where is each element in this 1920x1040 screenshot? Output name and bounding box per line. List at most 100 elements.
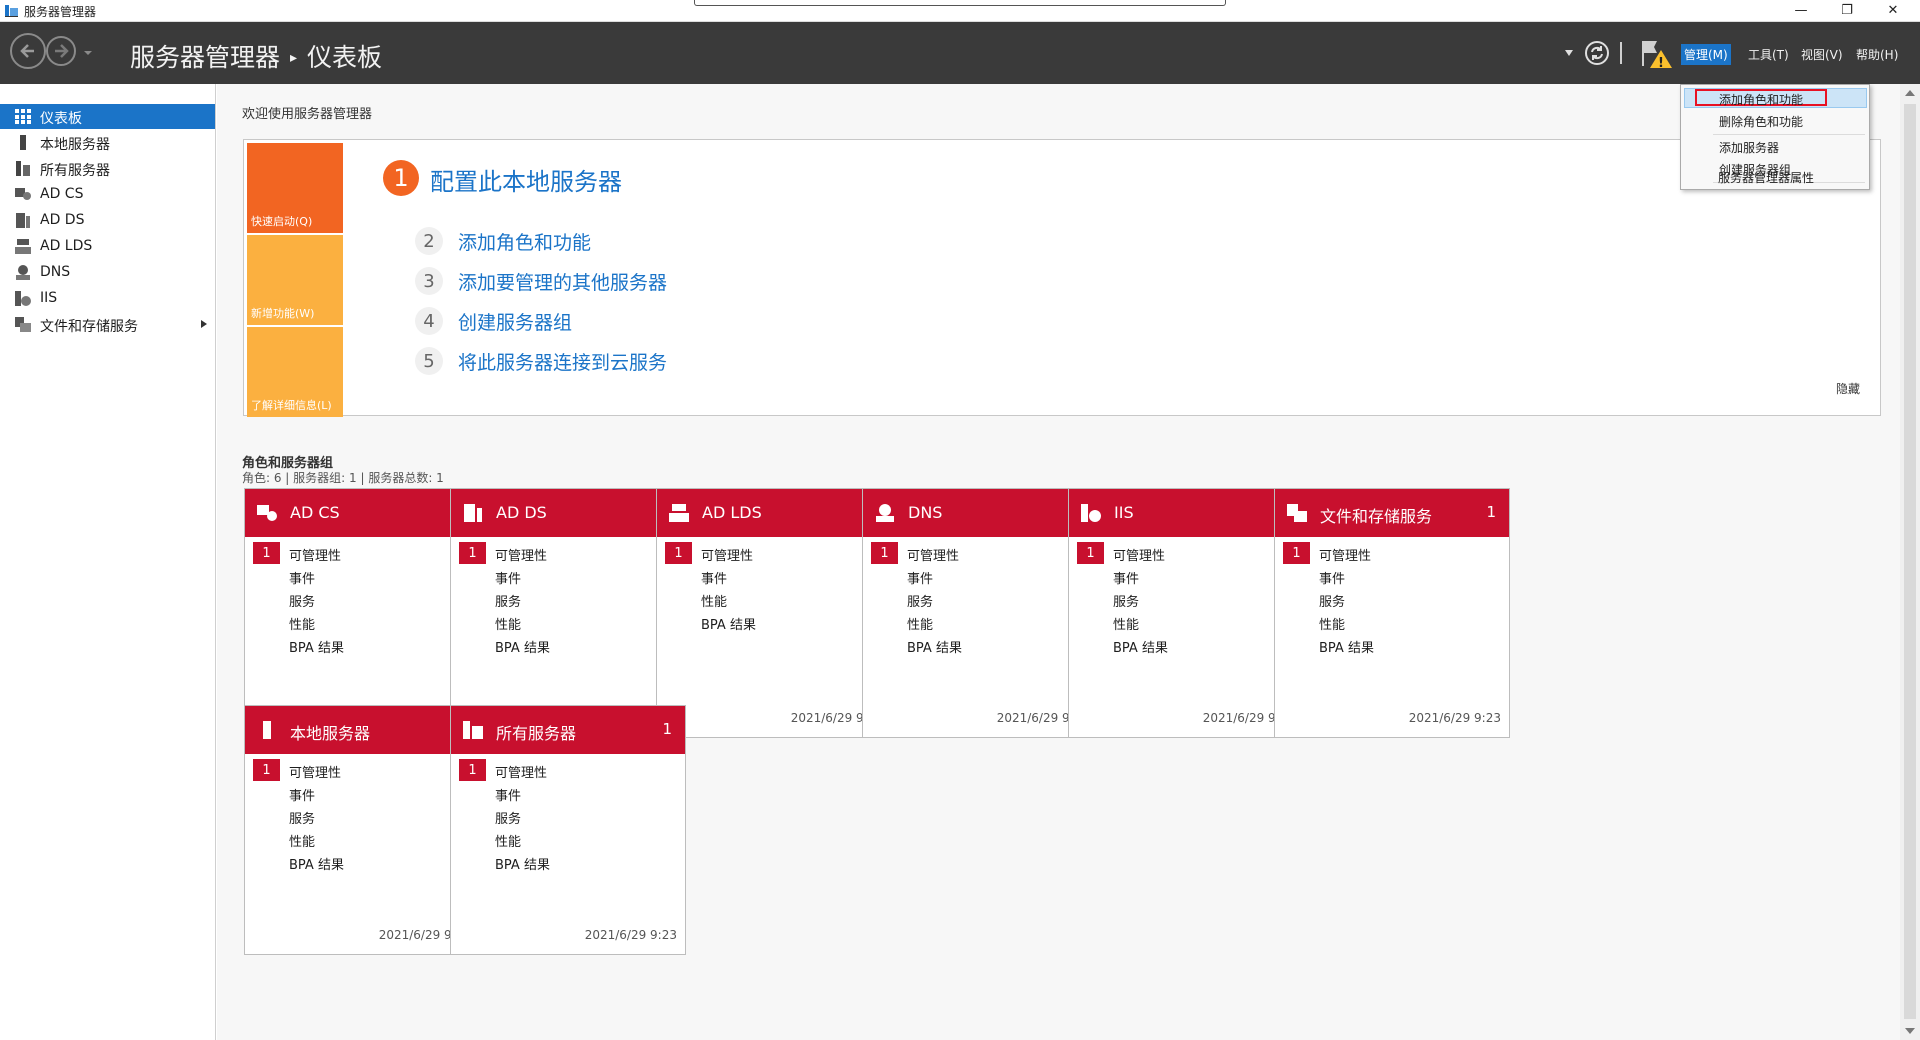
scroll-down-arrow-icon[interactable] [1905,1028,1915,1034]
role-tile-header[interactable]: 文件和存储服务 1 [1275,489,1509,537]
hide-quickstart-link[interactable]: 隐藏 [1836,380,1860,397]
role-tile-row[interactable]: 性能 [701,591,727,610]
role-tile-row[interactable]: 性能 [495,831,521,850]
role-tile-row[interactable]: 事件 [289,568,315,587]
add-roles-link[interactable]: 添加角色和功能 [458,228,591,255]
role-tile-row[interactable]: BPA 结果 [495,854,550,873]
manageability-alert-badge[interactable]: 1 [459,542,486,564]
sidebar-item-file-storage[interactable]: 文件和存储服务 [0,312,215,337]
add-servers-link[interactable]: 添加要管理的其他服务器 [458,268,667,295]
minimize-button[interactable]: — [1778,0,1824,21]
header-dropdown-icon[interactable] [1565,50,1573,56]
create-server-group-link[interactable]: 创建服务器组 [458,308,572,335]
menu-view[interactable]: 视图(V) [1798,44,1846,65]
role-tile-row[interactable]: 事件 [907,568,933,587]
role-tile-row[interactable]: 性能 [907,614,933,633]
role-tile[interactable]: AD LDS11可管理性事件性能BPA 结果2021/6/29 9:23 [656,488,892,738]
role-tile-header[interactable]: AD CS1 [245,489,479,537]
role-tile[interactable]: 所有服务器 1 1 可管理性 事件 服务 性能 BPA 结果 2021/6/29 9:23 [450,705,686,955]
role-tile-header[interactable]: DNS1 [863,489,1097,537]
manageability-alert-badge[interactable]: 1 [665,542,692,564]
role-tile-row[interactable]: 事件 [495,568,521,587]
forward-button[interactable] [46,36,76,66]
expand-arrow-icon[interactable] [201,320,207,328]
role-tile-row[interactable]: 可管理性 [495,762,547,781]
close-button[interactable]: ✕ [1870,0,1916,21]
role-tile[interactable]: IIS11可管理性事件服务性能BPA 结果2021/6/29 9:23 [1068,488,1304,738]
role-tile-row[interactable]: 可管理性 [289,545,341,564]
refresh-icon[interactable] [1584,40,1610,66]
role-tile-row[interactable]: 性能 [289,614,315,633]
manageability-alert-badge[interactable]: 1 [871,542,898,564]
manageability-alert-badge[interactable]: 1 [1283,542,1310,564]
role-tile-row[interactable]: 服务 [289,591,315,610]
manageability-alert-badge[interactable]: 1 [1077,542,1104,564]
sidebar-item-adcs[interactable]: AD CS [0,182,215,207]
role-tile-header[interactable]: IIS1 [1069,489,1303,537]
role-tile[interactable]: 本地服务器11可管理性事件服务性能BPA 结果2021/6/29 9:23 [244,705,480,955]
role-tile-row[interactable]: 性能 [289,831,315,850]
history-dropdown-icon[interactable] [83,49,93,57]
connect-cloud-link[interactable]: 将此服务器连接到云服务 [458,348,667,375]
role-tile-row[interactable]: 可管理性 [1319,545,1371,564]
role-tile-row[interactable]: 性能 [495,614,521,633]
role-tile-row[interactable]: 服务 [495,591,521,610]
menu-item-properties[interactable]: 服务器管理器属性 [1718,169,1814,186]
role-tile-row[interactable]: 服务 [1113,591,1139,610]
tab-quick-start[interactable]: 快速启动(Q) [247,143,343,233]
menu-item-add-servers[interactable]: 添加服务器 [1719,139,1779,156]
manageability-alert-badge[interactable]: 1 [253,759,280,781]
menu-manage[interactable]: 管理(M) [1681,44,1731,65]
sidebar-item-iis[interactable]: IIS [0,286,215,311]
role-tile-row[interactable]: 可管理性 [495,545,547,564]
role-tile[interactable]: DNS11可管理性事件服务性能BPA 结果2021/6/29 9:23 [862,488,1098,738]
role-tile-row[interactable]: 服务 [907,591,933,610]
title-search-box[interactable] [694,0,1226,6]
sidebar-item-all-servers[interactable]: 所有服务器 [0,156,215,181]
sidebar-item-dashboard[interactable]: 仪表板 [0,104,215,129]
role-tile-row[interactable]: 服务 [289,808,315,827]
role-tile-row[interactable]: BPA 结果 [289,637,344,656]
menu-item-remove-roles[interactable]: 删除角色和功能 [1719,113,1803,130]
scrollbar-thumb[interactable] [1904,104,1916,1019]
role-tile-header[interactable]: 本地服务器1 [245,706,479,754]
role-tile-row[interactable]: BPA 结果 [1319,637,1374,656]
role-tile-header[interactable]: 所有服务器 1 [451,706,685,754]
sidebar-item-adds[interactable]: AD DS [0,208,215,233]
role-tile-row[interactable]: BPA 结果 [907,637,962,656]
manageability-alert-badge[interactable]: 1 [253,542,280,564]
role-tile-row[interactable]: BPA 结果 [701,614,756,633]
sidebar-item-dns[interactable]: DNS [0,260,215,285]
role-tile[interactable]: AD DS11可管理性事件服务性能BPA 结果2021/6/29 9:23 [450,488,686,738]
notifications-flag-icon[interactable] [1640,38,1674,70]
role-tile-row[interactable]: 事件 [495,785,521,804]
scroll-up-arrow-icon[interactable] [1905,90,1915,96]
role-tile-row[interactable]: 可管理性 [907,545,959,564]
role-tile[interactable]: 文件和存储服务 1 1 可管理性 事件 服务 性能 BPA 结果 2021/6/29 9:23 [1274,488,1510,738]
role-tile-row[interactable]: 服务 [495,808,521,827]
role-tile-row[interactable]: 性能 [1319,614,1345,633]
role-tile-row[interactable]: BPA 结果 [1113,637,1168,656]
role-tile-row[interactable]: BPA 结果 [289,854,344,873]
menu-help[interactable]: 帮助(H) [1853,44,1901,65]
sidebar-item-local-server[interactable]: 本地服务器 [0,130,215,155]
menu-item-add-roles[interactable]: 添加角色和功能 [1719,91,1803,108]
configure-local-server-link[interactable]: 配置此本地服务器 [430,162,622,197]
role-tile-row[interactable]: 事件 [1113,568,1139,587]
role-tile-row[interactable]: 事件 [701,568,727,587]
tab-whats-new[interactable]: 新增功能(W) [247,235,343,325]
back-button[interactable] [10,33,46,69]
role-tile-row[interactable]: 事件 [289,785,315,804]
manageability-alert-badge[interactable]: 1 [459,759,486,781]
role-tile-row[interactable]: 服务 [1319,591,1345,610]
menu-tools[interactable]: 工具(T) [1745,44,1792,65]
sidebar-item-adlds[interactable]: AD LDS [0,234,215,259]
role-tile-row[interactable]: 可管理性 [289,762,341,781]
tab-learn-more[interactable]: 了解详细信息(L) [247,327,343,417]
role-tile-row[interactable]: 可管理性 [701,545,753,564]
role-tile-row[interactable]: 事件 [1319,568,1345,587]
role-tile-row[interactable]: BPA 结果 [495,637,550,656]
restore-button[interactable]: ❐ [1824,0,1870,21]
role-tile-header[interactable]: AD DS1 [451,489,685,537]
role-tile-header[interactable]: AD LDS1 [657,489,891,537]
